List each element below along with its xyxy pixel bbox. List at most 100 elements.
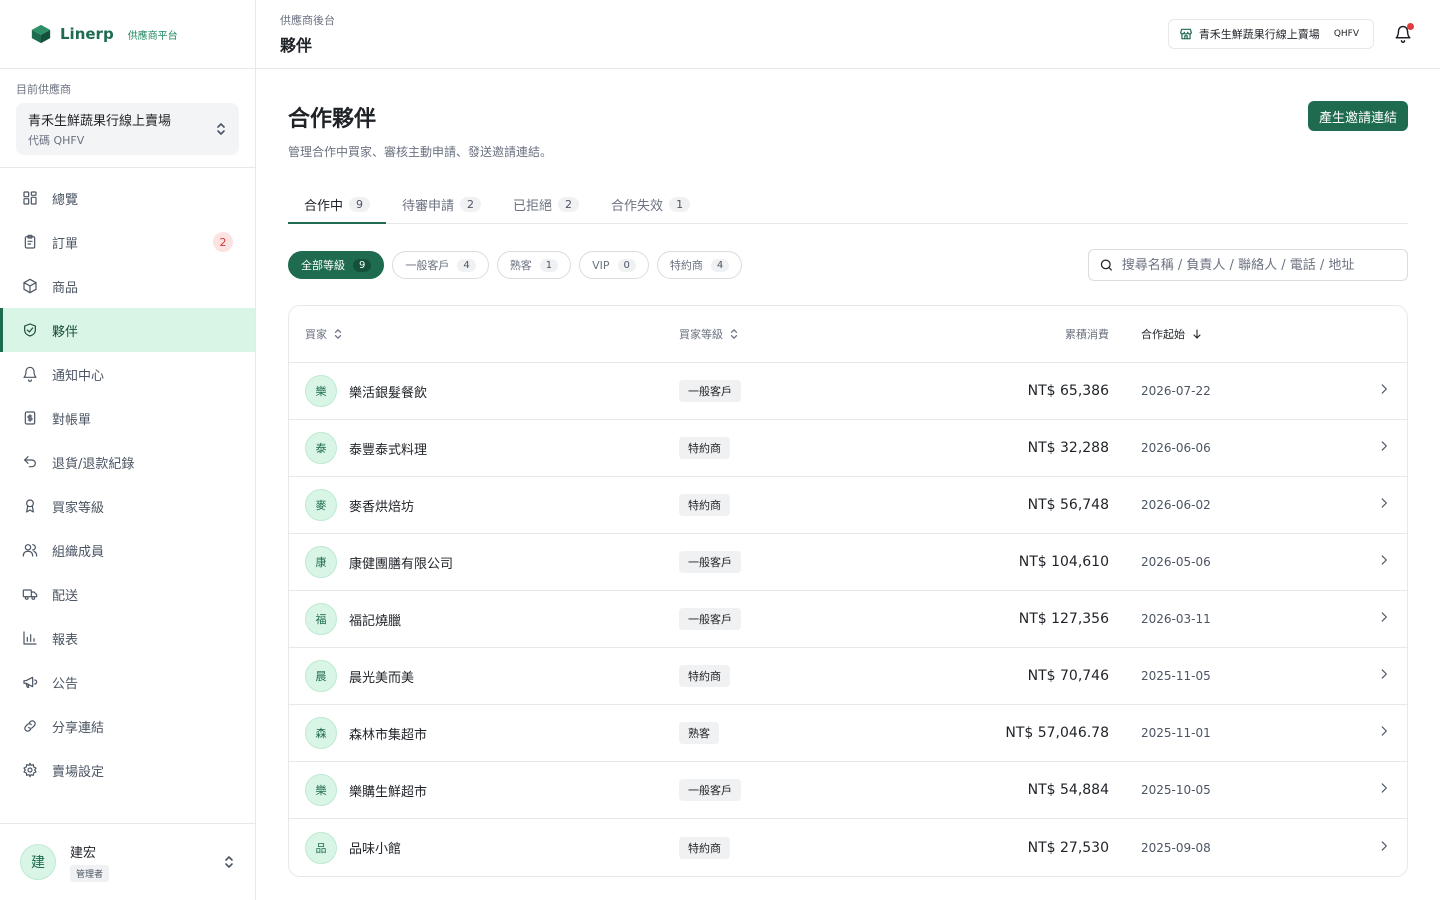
buyer-name: 康健團膳有限公司 [349, 556, 454, 572]
table-row[interactable]: 樂樂活銀髮餐飲 一般客戶 NT$ 65,386 2026-07-22 [289, 363, 1407, 420]
sidebar-item-label: 商品 [52, 280, 79, 296]
buyer-name: 樂購生鮮超市 [349, 784, 428, 800]
sidebar-item-returns[interactable]: 退貨/退款紀錄 [0, 440, 255, 484]
buyer-name: 森林市集超市 [349, 727, 428, 743]
sidebar-item-orders[interactable]: 訂單 2 [0, 220, 255, 264]
table-row[interactable]: 森森林市集超市 熟客 NT$ 57,046.78 2025-11-01 [289, 705, 1407, 762]
generate-invite-link-button[interactable]: 產生邀請連結 [1307, 101, 1408, 131]
buyer-avatar: 福 [305, 603, 337, 635]
partnership-start-date: 2025-11-01 [1141, 726, 1211, 740]
invoice-icon [22, 410, 38, 426]
buyer-avatar: 品 [305, 831, 337, 864]
buyer-name: 晨光美而美 [349, 670, 415, 686]
sidebar-item-settings[interactable]: 賣場設定 [0, 748, 255, 792]
vendor-switcher[interactable]: 青禾生鮮蔬果行線上賣場 代碼 QHFV [16, 103, 239, 155]
chevron-right-icon [1377, 439, 1391, 453]
level-filter-3[interactable]: VIP 0 [579, 251, 649, 279]
sidebar-item-delivery[interactable]: 配送 [0, 572, 255, 616]
tab-label: 合作中 [304, 199, 344, 214]
buyer-avatar: 樂 [305, 774, 337, 806]
header-buyer[interactable]: 買家 [305, 326, 679, 342]
brand[interactable]: Linerp 供應商平台 [0, 0, 255, 69]
level-filter-1[interactable]: 一般客戶 4 [392, 251, 489, 279]
level-filter-4[interactable]: 特約商 4 [656, 251, 743, 279]
level-filter-2[interactable]: 熟客 1 [496, 251, 572, 279]
chevron-right-icon [1377, 781, 1391, 795]
header-since-label: 合作起始 [1141, 328, 1185, 341]
avatar: 建 [20, 844, 56, 880]
box-icon [22, 278, 38, 294]
store-icon [1179, 28, 1192, 40]
cumulative-spend: NT$ 57,046.78 [1005, 725, 1109, 741]
truck-icon [22, 586, 38, 602]
sidebar-item-reports[interactable]: 報表 [0, 616, 255, 660]
award-icon [22, 498, 38, 514]
user-menu[interactable]: 建 建宏 管理者 [0, 823, 255, 900]
level-filters: 全部等級 9 一般客戶 4 熟客 1 VIP 0 特約商 4 [288, 251, 743, 279]
partnership-start-date: 2025-10-05 [1141, 783, 1211, 797]
content: 合作夥伴 管理合作中買家、審核主動申請、發送邀請連結。 產生邀請連結 合作中 9 待… [256, 69, 1440, 900]
sidebar-item-announcements[interactable]: 公告 [0, 660, 255, 704]
buyer-name: 福記燒臘 [349, 613, 402, 629]
breadcrumb[interactable]: 供應商後台 [280, 12, 335, 28]
bar-chart-icon [22, 630, 38, 646]
chevron-up-down-icon [225, 856, 233, 868]
grid-icon [22, 190, 38, 206]
tab-status-3[interactable]: 合作失效 1 [595, 186, 706, 223]
users-icon [22, 542, 38, 558]
table-row[interactable]: 康康健團膳有限公司 一般客戶 NT$ 104,610 2026-05-06 [289, 534, 1407, 591]
notification-dot [1407, 23, 1414, 30]
table-row[interactable]: 福福記燒臘 一般客戶 NT$ 127,356 2026-03-11 [289, 591, 1407, 648]
partnership-start-date: 2025-09-08 [1141, 840, 1211, 855]
sidebar-item-members[interactable]: 組織成員 [0, 528, 255, 572]
sidebar-item-buyer-levels[interactable]: 買家等級 [0, 484, 255, 528]
search-box[interactable] [1088, 249, 1408, 281]
cumulative-spend: NT$ 127,356 [1018, 611, 1109, 627]
vendor-code: 代碼 QHFV [28, 134, 85, 147]
filter-count: 9 [353, 258, 372, 272]
partnership-start-date: 2026-05-06 [1141, 555, 1211, 569]
sidebar-item-label: 對帳單 [52, 412, 92, 428]
partnership-start-date: 2026-06-06 [1141, 441, 1211, 455]
sidebar-item-label: 訂單 [52, 236, 79, 252]
sidebar-item-partners[interactable]: 夥伴 [0, 308, 255, 352]
gear-icon [22, 762, 38, 778]
vendor-caption: 目前供應商 [16, 83, 71, 96]
tab-status-0[interactable]: 合作中 9 [288, 186, 387, 224]
bell-icon [22, 366, 38, 382]
sidebar-item-statements[interactable]: 對帳單 [0, 396, 255, 440]
partners-table: 買家 買家等級 累積消費 合作起始 樂樂活銀髮餐飲 一般客戶 NT$ 65,386 2… [288, 305, 1408, 877]
header-amount[interactable]: 累積消費 [879, 326, 1109, 342]
filter-count: 1 [539, 258, 559, 272]
buyer-avatar: 泰 [305, 432, 337, 464]
table-row[interactable]: 品品味小館 特約商 NT$ 27,530 2025-09-08 [289, 819, 1407, 876]
cumulative-spend: NT$ 32,288 [1027, 440, 1109, 456]
header-level[interactable]: 買家等級 [679, 326, 879, 342]
filter-count: 4 [710, 258, 730, 272]
level-filter-0[interactable]: 全部等級 9 [288, 251, 385, 279]
tab-status-1[interactable]: 待審申請 2 [386, 186, 497, 223]
vendor-section: 目前供應商 青禾生鮮蔬果行線上賣場 代碼 QHFV [0, 69, 255, 168]
table-row[interactable]: 樂樂購生鮮超市 一般客戶 NT$ 54,884 2025-10-05 [289, 762, 1407, 819]
sidebar-item-overview[interactable]: 總覽 [0, 176, 255, 220]
brand-name: Linerp [60, 25, 114, 43]
table-row[interactable]: 泰泰豐泰式料理 特約商 NT$ 32,288 2026-06-06 [289, 420, 1407, 477]
store-chip[interactable]: 青禾生鮮蔬果行線上賣場 QHFV [1167, 19, 1374, 49]
page-subtitle: 管理合作中買家、審核主動申請、發送邀請連結。 [288, 145, 553, 159]
tab-status-2[interactable]: 已拒絕 2 [497, 186, 595, 223]
sidebar-item-share-links[interactable]: 分享連結 [0, 704, 255, 748]
buyer-name: 品味小館 [349, 842, 402, 857]
table-row[interactable]: 麥麥香烘焙坊 特約商 NT$ 56,748 2026-06-02 [289, 477, 1407, 534]
sidebar-item-products[interactable]: 商品 [0, 264, 255, 308]
buyer-level-badge: 一般客戶 [679, 380, 741, 402]
header-since[interactable]: 合作起始 [1109, 326, 1259, 342]
chevron-right-icon [1377, 839, 1391, 853]
table-row[interactable]: 晨晨光美而美 特約商 NT$ 70,746 2025-11-05 [289, 648, 1407, 705]
chevron-right-icon [1377, 724, 1391, 738]
search-input[interactable] [1121, 257, 1397, 273]
notification-button[interactable] [1390, 21, 1416, 47]
tab-label: 合作失效 [611, 199, 664, 214]
return-icon [22, 454, 38, 470]
sidebar-item-notifications[interactable]: 通知中心 [0, 352, 255, 396]
cumulative-spend: NT$ 65,386 [1027, 383, 1109, 399]
